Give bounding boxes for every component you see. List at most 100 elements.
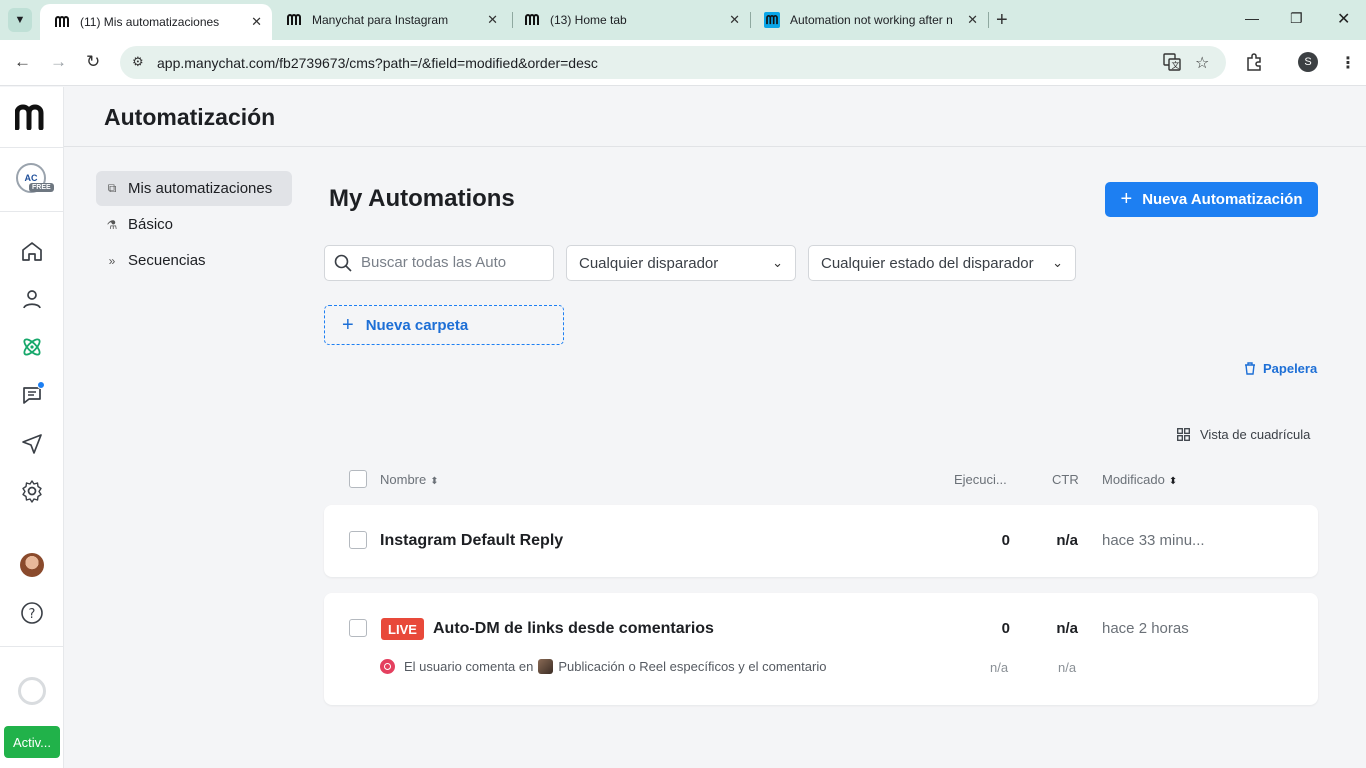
table-row[interactable]: [324, 593, 1318, 705]
manychat-logo[interactable]: [15, 104, 49, 130]
row-checkbox[interactable]: [349, 619, 367, 637]
browser-tab-4[interactable]: Automation not working after n ✕: [750, 0, 988, 40]
search-input[interactable]: [361, 254, 541, 271]
forward-arrow-icon[interactable]: →: [50, 52, 67, 72]
manychat-favicon: [286, 12, 302, 28]
status-filter-select[interactable]: Cualquier estado del disparador ⌄: [808, 245, 1076, 281]
svg-text:?: ?: [29, 607, 36, 622]
sort-icon: ⬍: [430, 476, 439, 487]
column-header-modified[interactable]: Modificado ⬍: [1102, 472, 1177, 487]
activate-button[interactable]: Activ...: [4, 726, 60, 758]
row-checkbox[interactable]: [349, 531, 367, 549]
loading-spinner-icon: [18, 677, 46, 705]
trigger-runs-value: n/a: [990, 660, 1009, 675]
profile-avatar[interactable]: S: [1298, 52, 1318, 72]
window-close-icon[interactable]: ✕: [1337, 9, 1350, 29]
automation-name[interactable]: Auto-DM de links desde comentarios: [433, 620, 714, 638]
notification-dot: [37, 381, 45, 389]
live-badge: LIVE: [381, 618, 424, 640]
kebab-menu-icon[interactable]: ⋮: [1340, 53, 1356, 73]
page-title: Automatización: [104, 104, 276, 130]
chevron-down-icon: ⌄: [1052, 255, 1063, 270]
bookmark-star-icon[interactable]: ☆: [1195, 53, 1209, 73]
manychat-blue-favicon: [764, 12, 780, 28]
tab-title: (13) Home tab: [550, 13, 627, 27]
automation-name[interactable]: Instagram Default Reply: [380, 532, 563, 550]
restore-icon[interactable]: ❐: [1290, 10, 1303, 27]
new-folder-label: Nueva carpeta: [365, 316, 469, 334]
subnav-label: Básico: [128, 216, 174, 233]
manychat-favicon: [54, 14, 70, 30]
close-icon[interactable]: ✕: [487, 12, 498, 28]
trigger-filter-select[interactable]: Cualquier disparador ⌄: [566, 245, 796, 281]
flow-icon: ⧉: [107, 181, 117, 195]
plus-icon: +: [342, 313, 354, 336]
close-icon[interactable]: ✕: [729, 12, 740, 28]
column-header-ctr[interactable]: CTR: [1052, 472, 1079, 487]
subnav-label: Secuencias: [128, 252, 206, 269]
grid-view-toggle[interactable]: Vista de cuadrícula: [1177, 427, 1310, 442]
app-header: Automatización: [64, 87, 1366, 147]
settings-icon[interactable]: [20, 479, 44, 503]
browser-toolbar: ← → ↻ ⚙ app.manychat.com/fb2739673/cms?p…: [0, 40, 1366, 86]
browser-tab-bar: ▼ (11) Mis automatizaciones ✕ Manychat p…: [0, 0, 1366, 40]
minimize-icon[interactable]: —: [1245, 10, 1259, 26]
runs-value: 0: [1001, 620, 1010, 637]
modified-value: hace 2 horas: [1102, 620, 1189, 637]
browser-tab-2[interactable]: Manychat para Instagram ✕: [272, 0, 508, 40]
rail-divider: [0, 646, 64, 647]
site-info-icon[interactable]: ⚙: [132, 54, 144, 70]
new-folder-button[interactable]: + Nueva carpeta: [324, 305, 564, 345]
tab-title: Automation not working after n: [790, 13, 953, 27]
new-tab-plus-icon[interactable]: +: [996, 9, 1008, 32]
address-bar[interactable]: ⚙ app.manychat.com/fb2739673/cms?path=/&…: [120, 46, 1226, 79]
extensions-icon[interactable]: [1245, 53, 1263, 76]
broadcast-icon[interactable]: [20, 431, 44, 455]
contacts-icon[interactable]: [20, 287, 44, 311]
post-thumbnail: [538, 659, 554, 674]
rail-divider: [0, 211, 64, 212]
svg-text:文: 文: [1172, 60, 1180, 70]
new-automation-label: Nueva Automatización: [1142, 191, 1303, 208]
help-icon[interactable]: ?: [20, 601, 44, 625]
back-arrow-icon[interactable]: ←: [14, 52, 31, 72]
plus-icon: +: [1120, 188, 1133, 210]
search-box[interactable]: [324, 245, 554, 281]
trash-link[interactable]: Papelera: [1244, 361, 1317, 376]
ctr-value: n/a: [1056, 532, 1078, 549]
subnav-item-my-automations[interactable]: ⧉ Mis automatizaciones: [96, 171, 292, 206]
user-avatar[interactable]: [20, 553, 44, 577]
close-icon[interactable]: ✕: [967, 12, 978, 28]
column-header-name[interactable]: Nombre ⬍: [380, 472, 439, 487]
chevron-down-icon: ⌄: [772, 255, 783, 270]
plan-badge: FREE: [29, 183, 54, 192]
tab-search-button[interactable]: ▼: [8, 8, 32, 32]
sort-desc-icon: ⬍: [1168, 476, 1178, 487]
column-name-label: Nombre: [380, 472, 427, 487]
trigger-prefix: El usuario comenta en: [404, 659, 534, 674]
home-icon[interactable]: [20, 239, 44, 263]
subnav-item-basic[interactable]: ⚗ Básico: [96, 207, 292, 242]
trash-label: Papelera: [1263, 361, 1318, 376]
close-icon[interactable]: ✕: [251, 14, 262, 30]
automation-icon[interactable]: [20, 335, 44, 359]
trigger-ctr-value: n/a: [1058, 660, 1077, 675]
trigger-description: El usuario comenta en Publicación o Reel…: [380, 659, 860, 674]
search-icon: [334, 254, 352, 272]
column-header-runs[interactable]: Ejecuci...: [954, 472, 1007, 487]
tab-divider: [988, 12, 989, 28]
left-rail: AC FREE ? Activ...: [0, 87, 64, 768]
new-automation-button[interactable]: + Nueva Automatización: [1105, 182, 1318, 217]
translate-icon[interactable]: 文: [1163, 53, 1181, 76]
subnav-item-sequences[interactable]: » Secuencias: [96, 243, 292, 278]
tab-title: Manychat para Instagram: [312, 13, 449, 27]
runs-value: 0: [1001, 532, 1010, 549]
trigger-text: Publicación o Reel específicos y el come…: [558, 659, 827, 674]
reload-icon[interactable]: ↻: [86, 52, 100, 72]
browser-tab-3[interactable]: (13) Home tab ✕: [510, 0, 750, 40]
tab-title: (11) Mis automatizaciones: [80, 15, 220, 29]
trash-icon: [1245, 362, 1255, 375]
select-all-checkbox[interactable]: [349, 470, 367, 488]
sequence-icon: »: [108, 253, 116, 268]
browser-tab-1[interactable]: (11) Mis automatizaciones ✕: [40, 4, 272, 40]
